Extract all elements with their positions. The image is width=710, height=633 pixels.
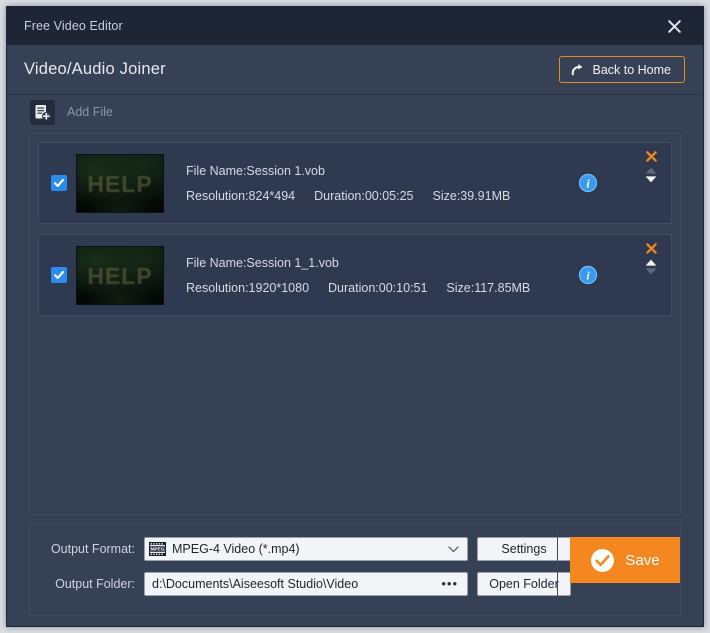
title-bar: Free Video Editor [7,7,703,45]
table-row[interactable]: HELP File Name:Session 1.vob Resolution:… [38,142,672,224]
window-title: Free Video Editor [24,19,123,33]
thumbnail-caption: HELP [87,170,153,197]
back-to-home-label: Back to Home [592,62,671,77]
file-select-checkbox[interactable] [51,267,67,283]
file-details: Resolution:824*494 Duration:00:05:25 Siz… [186,189,510,203]
file-duration: Duration:00:05:25 [314,188,414,203]
page-header: Video/Audio Joiner Back to Home [7,45,703,95]
move-down-button[interactable] [645,268,657,275]
file-select-checkbox[interactable] [51,175,67,191]
browse-folder-button[interactable]: ••• [441,576,458,592]
app-window: Free Video Editor Video/Audio Joiner Bac… [6,6,704,627]
reorder-controls [645,167,657,183]
output-panel: Output Format: MPEG MPEG-4 Video (*.mp4)… [29,523,681,616]
file-resolution: Resolution:824*494 [186,188,296,203]
file-size: Size:39.91MB [432,188,511,203]
video-thumbnail: HELP [76,153,164,213]
move-up-button[interactable] [645,167,657,174]
table-row[interactable]: HELP File Name:Session 1_1.vob Resolutio… [38,234,672,316]
check-icon [53,270,65,280]
save-label: Save [625,551,660,569]
check-circle-icon [591,548,615,572]
move-down-button[interactable] [645,176,657,183]
triangle-down-icon [645,268,657,275]
thumbnail-caption: HELP [87,262,153,289]
file-metadata: File Name:Session 1.vob Resolution:824*4… [186,164,510,203]
remove-file-button[interactable] [645,151,657,162]
file-name: File Name:Session 1.vob [186,163,325,178]
row-controls [643,243,659,275]
back-to-home-button[interactable]: Back to Home [559,56,685,83]
info-icon: i [578,173,598,193]
video-thumbnail: HELP [76,245,164,305]
chevron-down-icon [448,546,459,553]
output-format-value: MPEG-4 Video (*.mp4) [172,542,300,556]
file-resolution: Resolution:1920*1080 [186,280,310,295]
redo-arrow-icon [572,63,583,75]
add-file-icon [35,104,51,120]
close-icon [667,19,681,33]
reorder-controls [645,259,657,275]
add-file-button[interactable] [30,99,55,125]
add-file-toolbar: Add File [7,95,703,129]
file-info-button[interactable]: i [577,172,599,194]
output-format-select[interactable]: MPEG MPEG-4 Video (*.mp4) [144,537,468,561]
triangle-down-icon [645,176,657,183]
info-icon: i [578,265,598,285]
triangle-up-icon [645,259,657,266]
triangle-up-icon [645,167,657,174]
save-button[interactable]: Save [570,537,680,583]
file-name: File Name:Session 1_1.vob [186,255,339,270]
close-x-icon [645,243,657,254]
file-size: Size:117.85MB [446,280,531,295]
file-duration: Duration:00:10:51 [328,280,428,295]
row-controls [643,151,659,183]
file-details: Resolution:1920*1080 Duration:00:10:51 S… [186,281,530,295]
remove-file-button[interactable] [645,243,657,254]
close-x-icon [645,151,657,162]
svg-text:MPEG: MPEG [151,547,165,552]
add-file-label[interactable]: Add File [67,105,113,119]
output-folder-label: Output Folder: [55,577,135,591]
file-list: HELP File Name:Session 1.vob Resolution:… [29,133,681,515]
page-title: Video/Audio Joiner [24,60,166,78]
output-folder-input[interactable]: d:\Documents\Aiseesoft Studio\Video ••• [144,572,468,596]
output-folder-value: d:\Documents\Aiseesoft Studio\Video [152,577,359,591]
close-button[interactable] [653,7,695,45]
divider [557,534,558,605]
mpeg-film-icon: MPEG [149,542,166,556]
file-info-button[interactable]: i [577,264,599,286]
move-up-button[interactable] [645,259,657,266]
check-icon [53,178,65,188]
file-metadata: File Name:Session 1_1.vob Resolution:192… [186,256,530,295]
output-format-label: Output Format: [50,542,135,556]
